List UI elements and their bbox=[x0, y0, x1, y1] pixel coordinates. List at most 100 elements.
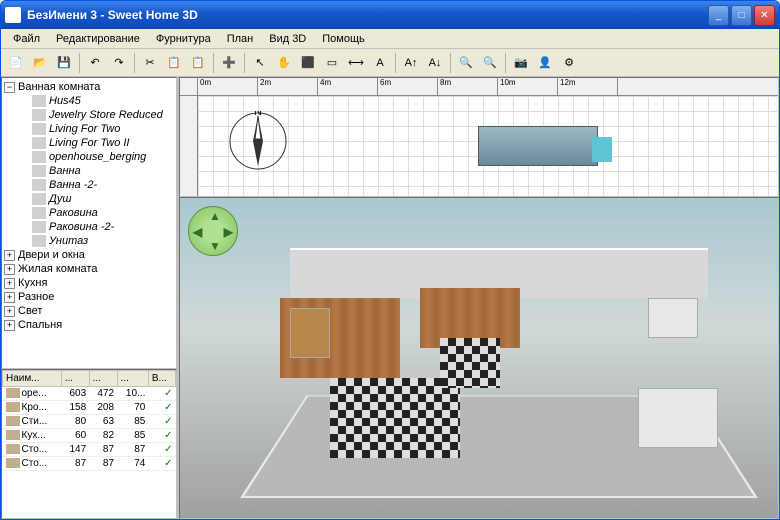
dimension-tool[interactable]: ⟷ bbox=[345, 52, 367, 74]
nav-down-icon[interactable]: ▼ bbox=[209, 239, 221, 253]
separator bbox=[134, 53, 135, 73]
cell-visible[interactable]: ✓ bbox=[148, 387, 175, 401]
cell-visible[interactable]: ✓ bbox=[148, 415, 175, 429]
expand-icon[interactable]: + bbox=[4, 278, 15, 289]
table-row[interactable]: Сти...806385✓ bbox=[3, 415, 176, 429]
tree-category[interactable]: +Разное bbox=[4, 290, 174, 304]
select-tool[interactable]: ↖ bbox=[249, 52, 271, 74]
furniture-list[interactable]: Наим... ... ... ... В... оре...60347210.… bbox=[1, 369, 177, 519]
col-name[interactable]: Наим... bbox=[3, 371, 62, 387]
table-row[interactable]: Сто...878774✓ bbox=[3, 457, 176, 471]
tree-item[interactable]: Унитаз bbox=[4, 234, 174, 248]
open-button[interactable]: 📂 bbox=[29, 52, 51, 74]
zoom-out-button[interactable]: 🔍 bbox=[479, 52, 501, 74]
virtual-visit-button[interactable]: 👤 bbox=[534, 52, 556, 74]
zoom-in-button[interactable]: 🔍 bbox=[455, 52, 477, 74]
menu-file[interactable]: Файл bbox=[5, 31, 48, 47]
col-width[interactable]: ... bbox=[61, 371, 89, 387]
maximize-button[interactable]: □ bbox=[731, 5, 752, 26]
plan-model-preview[interactable] bbox=[478, 126, 598, 166]
text-tool[interactable]: A bbox=[369, 52, 391, 74]
cell-width: 60 bbox=[61, 429, 89, 443]
room-tool[interactable]: ▭ bbox=[321, 52, 343, 74]
expand-icon[interactable]: + bbox=[4, 250, 15, 261]
close-button[interactable]: ✕ bbox=[754, 5, 775, 26]
tree-category[interactable]: +Кухня bbox=[4, 276, 174, 290]
tree-item[interactable]: Раковина -2- bbox=[4, 220, 174, 234]
plan-2d-view[interactable]: 0m 2m 4m 6m 8m 10m 12m N bbox=[179, 77, 779, 197]
right-panel: 0m 2m 4m 6m 8m 10m 12m N bbox=[179, 77, 779, 519]
expand-icon[interactable]: + bbox=[4, 292, 15, 303]
titlebar[interactable]: БезИмени 3 - Sweet Home 3D _ □ ✕ bbox=[1, 1, 779, 29]
furniture-icon bbox=[32, 109, 46, 121]
menu-help[interactable]: Помощь bbox=[314, 31, 373, 47]
furniture-icon bbox=[32, 123, 46, 135]
tree-item[interactable]: Ванна -2- bbox=[4, 178, 174, 192]
cell-visible[interactable]: ✓ bbox=[148, 401, 175, 415]
horizontal-ruler: 0m 2m 4m 6m 8m 10m 12m bbox=[198, 78, 778, 96]
cell-name: Сто... bbox=[3, 457, 62, 471]
camera-button[interactable]: 📷 bbox=[510, 52, 532, 74]
undo-button[interactable]: ↶ bbox=[84, 52, 106, 74]
tree-item[interactable]: Душ bbox=[4, 192, 174, 206]
redo-button[interactable]: ↷ bbox=[108, 52, 130, 74]
cell-height: 85 bbox=[117, 429, 148, 443]
cell-height: 87 bbox=[117, 443, 148, 457]
tree-item[interactable]: openhouse_berging bbox=[4, 150, 174, 164]
paste-button[interactable]: 📋 bbox=[187, 52, 209, 74]
col-height[interactable]: ... bbox=[117, 371, 148, 387]
save-button[interactable]: 💾 bbox=[53, 52, 75, 74]
tree-item[interactable]: Living For Two II bbox=[4, 136, 174, 150]
pan-tool[interactable]: ✋ bbox=[273, 52, 295, 74]
menu-plan[interactable]: План bbox=[219, 31, 262, 47]
nav-left-icon[interactable]: ◀ bbox=[193, 225, 202, 239]
minimize-button[interactable]: _ bbox=[708, 5, 729, 26]
catalog-tree[interactable]: − Ванная комната Hus45 Jewelry Store Red… bbox=[1, 77, 177, 369]
nav-disc: ▲ ▼ ◀ ▶ bbox=[188, 206, 238, 256]
copy-button[interactable]: 📋 bbox=[163, 52, 185, 74]
cell-visible[interactable]: ✓ bbox=[148, 429, 175, 443]
nav-control: ▲ ▼ ◀ ▶ bbox=[188, 206, 238, 256]
expand-icon[interactable]: + bbox=[4, 320, 15, 331]
tree-item[interactable]: Раковина bbox=[4, 206, 174, 220]
text-size-up[interactable]: A↑ bbox=[400, 52, 422, 74]
settings-button[interactable]: ⚙ bbox=[558, 52, 580, 74]
table-row[interactable]: оре...60347210...✓ bbox=[3, 387, 176, 401]
expand-icon[interactable]: + bbox=[4, 306, 15, 317]
tree-category[interactable]: +Жилая комната bbox=[4, 262, 174, 276]
tree-category[interactable]: +Свет bbox=[4, 304, 174, 318]
cell-visible[interactable]: ✓ bbox=[148, 457, 175, 471]
plan-canvas[interactable]: N bbox=[198, 96, 778, 196]
table-row[interactable]: Кро...15820870✓ bbox=[3, 401, 176, 415]
nav-up-icon[interactable]: ▲ bbox=[209, 209, 221, 223]
nav-right-icon[interactable]: ▶ bbox=[224, 225, 233, 239]
table-row[interactable]: Кух...608285✓ bbox=[3, 429, 176, 443]
view-3d[interactable]: ▲ ▼ ◀ ▶ bbox=[179, 197, 779, 519]
main-area: − Ванная комната Hus45 Jewelry Store Red… bbox=[1, 77, 779, 519]
tree-category[interactable]: − Ванная комната bbox=[4, 80, 174, 94]
collapse-icon[interactable]: − bbox=[4, 82, 15, 93]
tree-item[interactable]: Hus45 bbox=[4, 94, 174, 108]
tree-item[interactable]: Jewelry Store Reduced bbox=[4, 108, 174, 122]
tree-item[interactable]: Living For Two bbox=[4, 122, 174, 136]
col-visible[interactable]: В... bbox=[148, 371, 175, 387]
menu-edit[interactable]: Редактирование bbox=[48, 31, 148, 47]
new-button[interactable]: 📄 bbox=[5, 52, 27, 74]
table-row[interactable]: Сто...1478787✓ bbox=[3, 443, 176, 457]
tree-category[interactable]: +Спальня bbox=[4, 318, 174, 332]
cut-button[interactable]: ✂ bbox=[139, 52, 161, 74]
text-size-down[interactable]: A↓ bbox=[424, 52, 446, 74]
wall-tool[interactable]: ⬛ bbox=[297, 52, 319, 74]
separator bbox=[79, 53, 80, 73]
app-window: БезИмени 3 - Sweet Home 3D _ □ ✕ Файл Ре… bbox=[0, 0, 780, 520]
cell-width: 147 bbox=[61, 443, 89, 457]
tree-category[interactable]: +Двери и окна bbox=[4, 248, 174, 262]
cell-visible[interactable]: ✓ bbox=[148, 443, 175, 457]
col-depth[interactable]: ... bbox=[89, 371, 117, 387]
expand-icon[interactable]: + bbox=[4, 264, 15, 275]
compass-icon[interactable]: N bbox=[228, 111, 288, 171]
menu-view3d[interactable]: Вид 3D bbox=[261, 31, 314, 47]
tree-item[interactable]: Ванна bbox=[4, 164, 174, 178]
add-furniture-button[interactable]: ➕ bbox=[218, 52, 240, 74]
menu-furniture[interactable]: Фурнитура bbox=[148, 31, 219, 47]
